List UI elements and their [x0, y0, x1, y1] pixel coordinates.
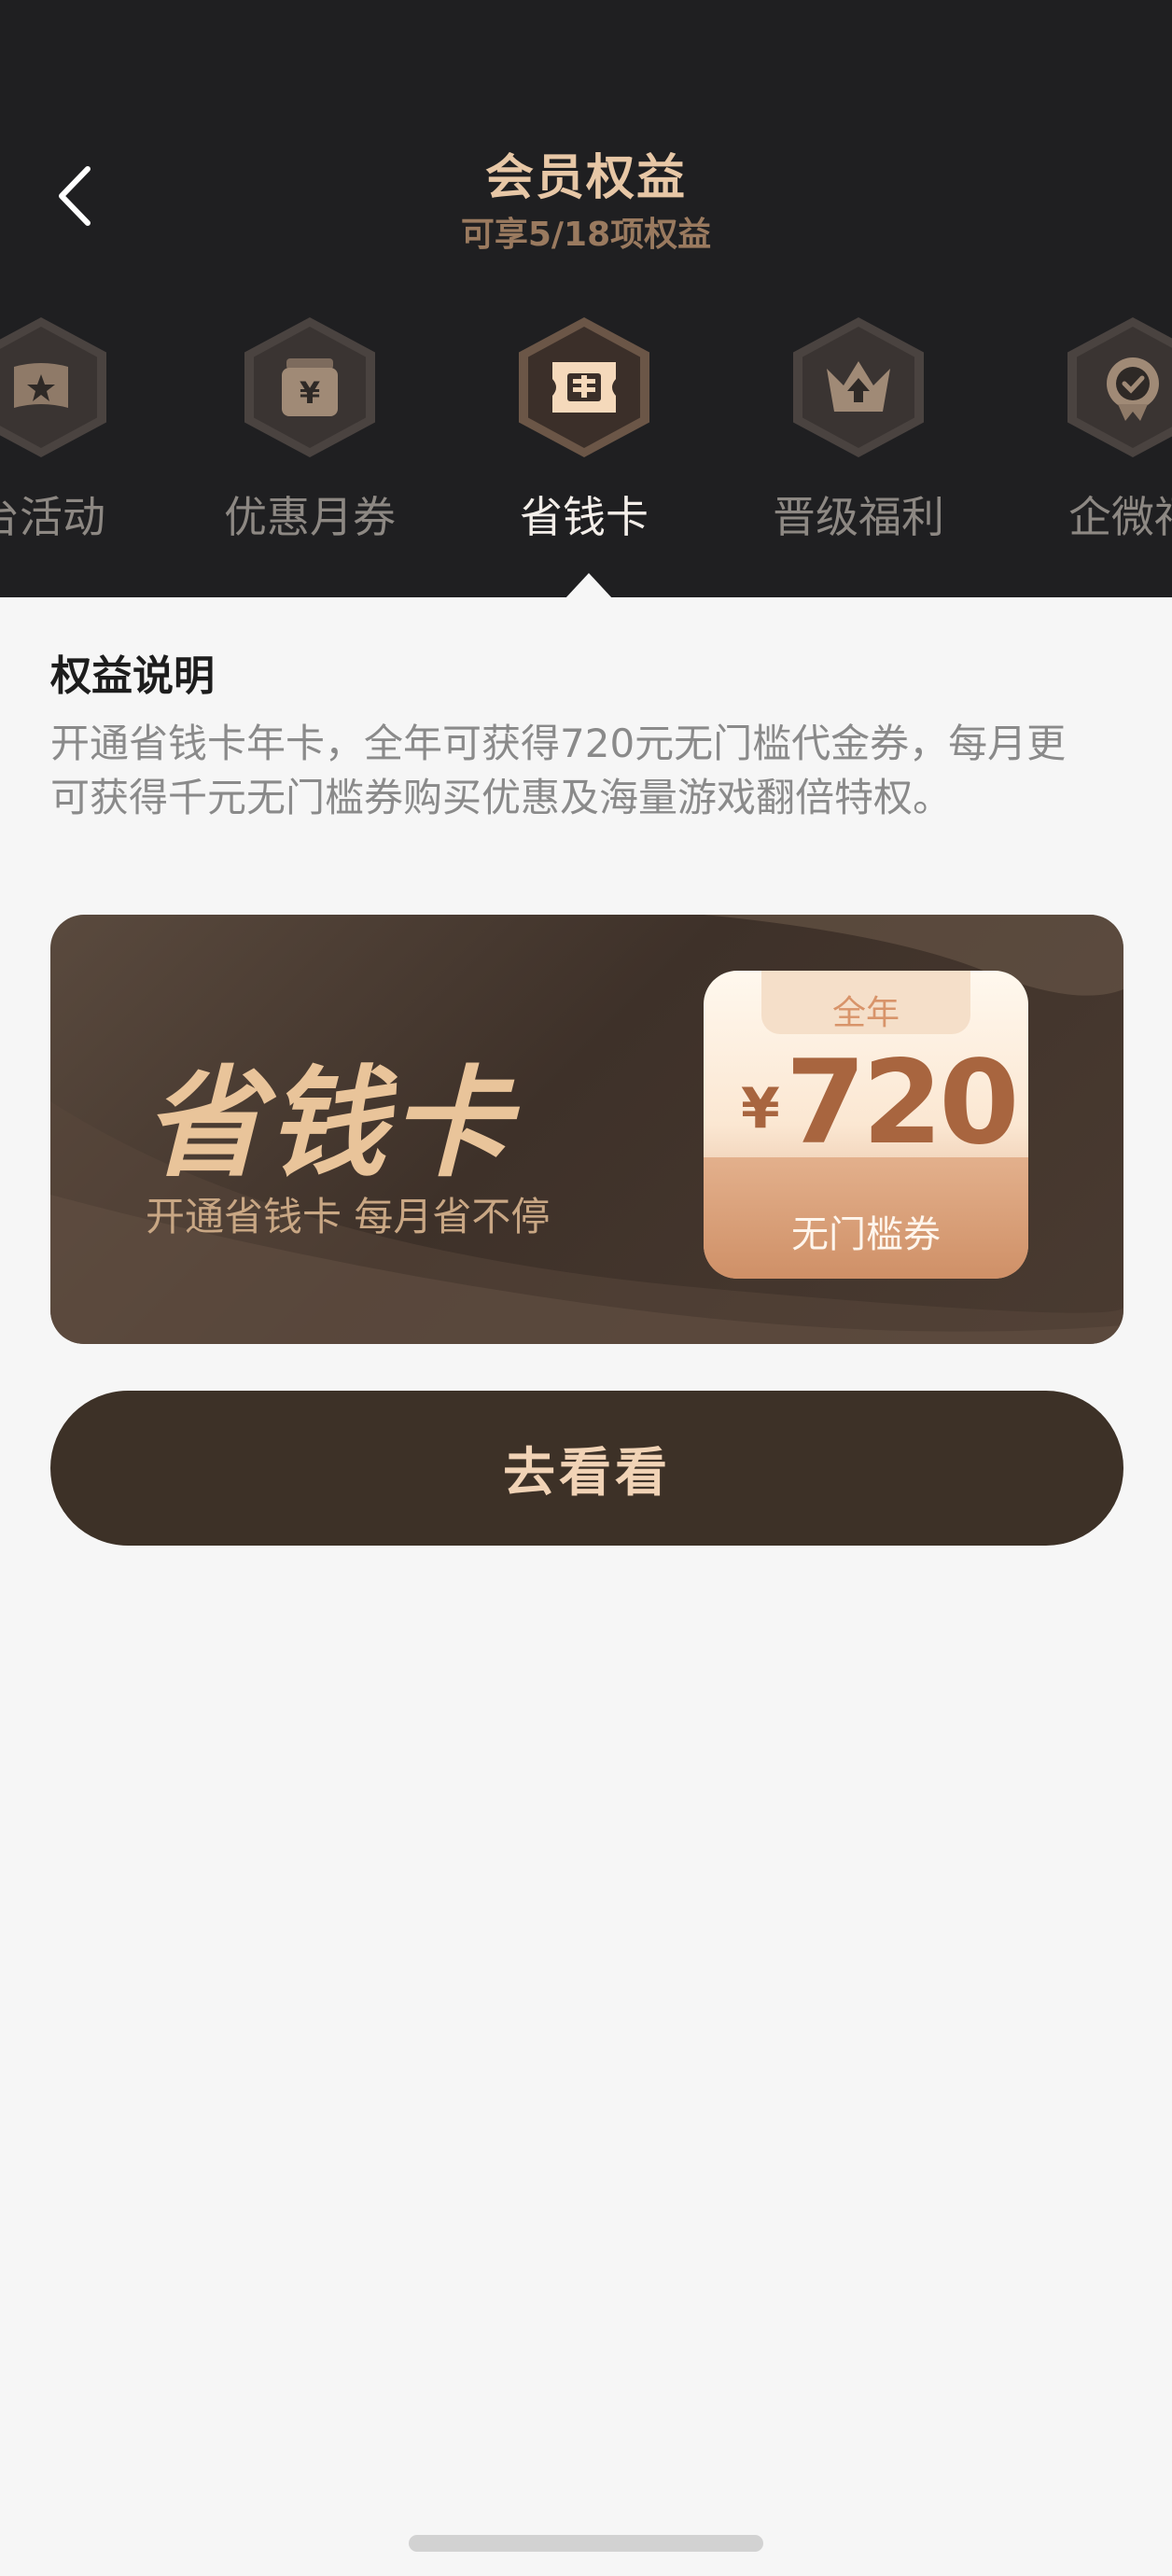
promo-banner[interactable]: 省钱卡 开通省钱卡 每月省不停 全年 ¥720 无门槛券: [50, 915, 1123, 1344]
go-see-button[interactable]: 去看看: [50, 1391, 1123, 1546]
tab-wecom-benefits[interactable]: 企微福: [1030, 308, 1172, 551]
yen-coupon-icon: ¥: [282, 358, 338, 416]
active-tab-pointer: [565, 573, 613, 599]
tab-label: 台活动: [0, 492, 105, 542]
section-title: 权益说明: [50, 652, 215, 700]
page-title: 会员权益: [484, 150, 687, 206]
tab-monthly-coupon[interactable]: ¥ 优惠月券: [207, 308, 412, 551]
coupon-card: 全年 ¥720 无门槛券: [704, 971, 1028, 1279]
svg-text:¥: ¥: [300, 375, 320, 411]
benefit-tabs: 台活动 ¥ 优惠月券: [0, 308, 1172, 551]
tab-save-money-card[interactable]: 省钱卡: [481, 308, 687, 551]
save-money-card-icon: [552, 362, 616, 413]
benefit-description: 开通省钱卡年卡，全年可获得720元无门槛代金券，每月更可获得千元无门槛券购买优惠…: [50, 721, 1067, 820]
tab-activity[interactable]: 台活动: [0, 308, 144, 551]
page-subtitle: 可享5/18项权益: [460, 216, 712, 254]
coupon-value: 720: [785, 1036, 1020, 1170]
tab-label: 企微福: [1068, 492, 1172, 542]
tab-label: 晋级福利: [773, 492, 944, 542]
coupon-label: 无门槛券: [791, 1213, 941, 1256]
promo-subtitle: 开通省钱卡 每月省不停: [146, 1194, 551, 1239]
star-flag-icon: [14, 363, 68, 408]
badge-check-icon: [1107, 357, 1159, 421]
coupon-amount: ¥720: [741, 1036, 1020, 1170]
crown-upgrade-icon: [827, 361, 890, 412]
benefit-detail-panel: 权益说明 开通省钱卡年卡，全年可获得720元无门槛代金券，每月更可获得千元无门槛…: [0, 597, 1172, 2576]
currency-symbol: ¥: [741, 1076, 780, 1141]
coupon-period: 全年: [831, 994, 900, 1032]
home-indicator: [409, 2535, 763, 2552]
tab-label: 优惠月券: [224, 492, 396, 542]
header-bar: 会员权益 可享5/18项权益 台活动 ¥ 优惠月券: [0, 0, 1172, 597]
tab-upgrade-benefits[interactable]: 晋级福利: [756, 308, 961, 551]
promo-title: 省钱卡: [144, 1055, 514, 1194]
tab-label: 省钱卡: [520, 492, 649, 542]
